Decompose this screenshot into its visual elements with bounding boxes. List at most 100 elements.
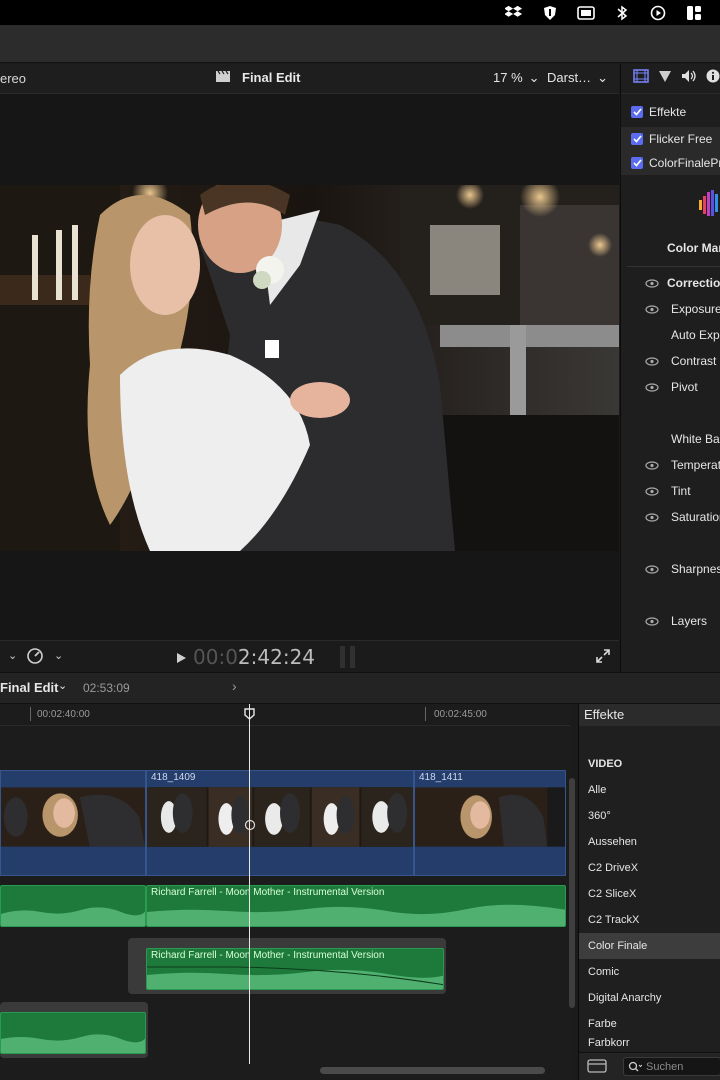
- effects-category-item[interactable]: C2 SliceX: [579, 881, 720, 907]
- viewer: ereo Final Edit 17 % ⌄ Darst… ⌄ ⌄ ⌄ 00:0…: [0, 64, 619, 672]
- clapper-icon: [216, 70, 230, 85]
- video-inspector-icon[interactable]: [633, 69, 649, 88]
- color-finale-logo-icon: [699, 188, 720, 223]
- timeline-horizontal-scrollbar[interactable]: [320, 1067, 545, 1074]
- effects-category-item-selected[interactable]: Color Finale: [579, 933, 720, 959]
- chevron-down-icon: ⌄: [597, 70, 608, 85]
- audio-clip-moon-mother[interactable]: Richard Farrell - Moon Mother - Instrume…: [146, 885, 566, 927]
- effects-category-item[interactable]: C2 DriveX: [579, 855, 720, 881]
- timecode-value: 2:42:24: [237, 645, 316, 669]
- effects-category-item[interactable]: Farbkorr: [579, 1037, 720, 1047]
- speed-icon[interactable]: [26, 647, 44, 670]
- effects-search-input[interactable]: Suchen: [623, 1057, 720, 1076]
- effects-browser-footer: Suchen: [579, 1052, 720, 1080]
- layers-label: Layers: [671, 614, 708, 628]
- effects-category-item[interactable]: Comic: [579, 959, 720, 985]
- effect-flicker-free[interactable]: Flicker Free: [621, 127, 720, 151]
- menubar: [0, 0, 720, 25]
- window-layout-icon[interactable]: [684, 5, 704, 21]
- effect-name: ColorFinalePro: [649, 156, 720, 170]
- effects-toggle[interactable]: Effekte: [621, 100, 720, 124]
- effects-category-item[interactable]: Digital Anarchy: [579, 985, 720, 1011]
- zoom-dropdown[interactable]: 17 % ⌄: [493, 70, 540, 86]
- audio-inspector-icon[interactable]: [681, 69, 697, 88]
- video-frame[interactable]: [0, 185, 619, 551]
- view-label: Darst…: [547, 70, 592, 85]
- chevron-down-icon[interactable]: ⌄: [58, 679, 67, 692]
- sidebar-toggle-icon[interactable]: [587, 1059, 607, 1078]
- audio-clip[interactable]: [0, 885, 146, 927]
- search-placeholder: Suchen: [646, 1060, 684, 1073]
- effect-colorfinale[interactable]: ColorFinalePro: [621, 151, 720, 175]
- video-clip-418-1411[interactable]: 418_1411: [414, 770, 566, 876]
- pivot-label: Pivot: [671, 380, 698, 394]
- clip-name: Richard Farrell - Moon Mother - Instrume…: [151, 950, 385, 961]
- inspector: Effekte Flicker Free ColorFinalePro Colo…: [620, 64, 720, 672]
- ruler-tick: 00:02:45:00: [434, 709, 487, 720]
- checkbox-icon[interactable]: [631, 157, 643, 169]
- display-icon[interactable]: [576, 5, 596, 21]
- shield-icon[interactable]: [540, 5, 560, 21]
- eye-icon[interactable]: [645, 617, 659, 626]
- effects-label: Effekte: [649, 105, 687, 119]
- play-circle-icon[interactable]: [648, 5, 668, 21]
- effects-category-header: VIDEO: [588, 758, 623, 770]
- chevron-down-icon[interactable]: ⌄: [54, 649, 63, 662]
- eye-icon[interactable]: [645, 487, 659, 496]
- audio-meter-left: [340, 646, 345, 668]
- fullscreen-icon[interactable]: [596, 649, 610, 668]
- effects-category-item[interactable]: C2 TrackX: [579, 907, 720, 933]
- info-icon[interactable]: [706, 69, 720, 88]
- effects-category-item[interactable]: Farbe: [579, 1011, 720, 1037]
- eye-icon[interactable]: [645, 279, 659, 288]
- search-icon: [628, 1061, 642, 1071]
- app-toolbar: [0, 25, 720, 63]
- effects-category-item[interactable]: Aussehen: [579, 829, 720, 855]
- chevron-right-icon[interactable]: ›: [232, 678, 237, 694]
- eye-icon[interactable]: [645, 305, 659, 314]
- contrast-label: Contrast: [671, 354, 717, 368]
- timecode-leading: 00:0: [193, 645, 238, 669]
- eye-icon[interactable]: [645, 461, 659, 470]
- auto-exposure-label: Auto Exp: [671, 328, 720, 342]
- effects-category-item[interactable]: Alle: [579, 777, 720, 803]
- audio-meter-right: [350, 646, 355, 668]
- audio-clip-moon-mother-2[interactable]: Richard Farrell - Moon Mother - Instrume…: [146, 948, 444, 990]
- eye-icon[interactable]: [645, 357, 659, 366]
- dropbox-icon[interactable]: [504, 5, 524, 21]
- playhead-handle-icon[interactable]: [244, 708, 255, 720]
- ruler-tick: 00:02:40:00: [37, 709, 90, 720]
- effects-browser: Effekte VIDEO Alle 360° Aussehen C2 Driv…: [578, 704, 720, 1080]
- view-dropdown[interactable]: Darst… ⌄: [547, 70, 608, 86]
- saturation-label: Saturation: [671, 510, 720, 524]
- timecode-display[interactable]: 00:02:42:24: [176, 645, 315, 669]
- chevron-down-icon: ⌄: [528, 70, 540, 85]
- clip-name: 418_1411: [419, 772, 463, 783]
- timeline[interactable]: 00:02:40:00 00:02:45:00 418_1409 418_141…: [0, 704, 570, 1080]
- checkbox-icon[interactable]: [631, 133, 643, 145]
- audio-mode-label: ereo: [0, 71, 27, 86]
- timeline-duration: 02:53:09: [83, 681, 130, 695]
- effects-browser-title: Effekte: [579, 704, 720, 726]
- temperature-label: Temperatu: [671, 458, 720, 472]
- chevron-down-icon[interactable]: ⌄: [8, 649, 17, 662]
- eye-icon[interactable]: [645, 383, 659, 392]
- timeline-project-name[interactable]: Final Edit: [0, 680, 59, 695]
- effects-category-item[interactable]: 360°: [579, 803, 720, 829]
- eye-icon[interactable]: [645, 513, 659, 522]
- video-clip[interactable]: [0, 770, 146, 876]
- audio-clip[interactable]: [0, 1012, 146, 1054]
- bluetooth-icon[interactable]: [612, 5, 632, 21]
- play-icon[interactable]: [176, 645, 187, 669]
- eye-icon[interactable]: [645, 565, 659, 574]
- correction-label: Correction: [667, 276, 720, 290]
- timeline-ruler[interactable]: 00:02:40:00 00:02:45:00: [0, 704, 570, 726]
- exposure-label: Exposure: [671, 302, 720, 316]
- timeline-vertical-scrollbar[interactable]: [569, 778, 575, 1008]
- video-clip-418-1409[interactable]: 418_1409: [146, 770, 414, 876]
- clip-name: 418_1409: [151, 772, 196, 783]
- color-mark-label: Color Mark: [667, 241, 720, 255]
- playhead[interactable]: [249, 704, 250, 1064]
- color-inspector-icon[interactable]: [658, 69, 672, 88]
- checkbox-icon[interactable]: [631, 106, 643, 118]
